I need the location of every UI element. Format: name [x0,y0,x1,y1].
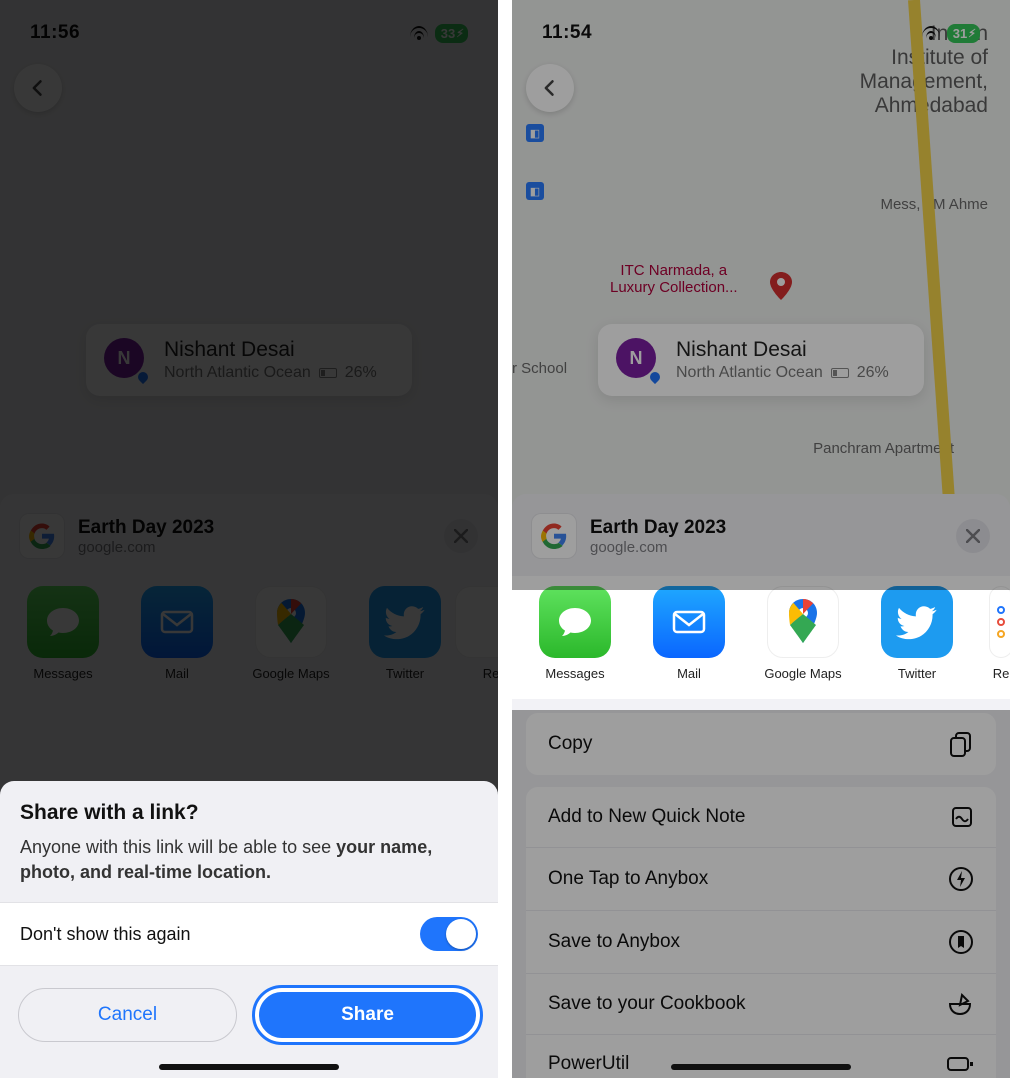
share-button[interactable]: Share [255,988,480,1042]
share-app-label: Messages [545,666,604,681]
confirm-heading: Share with a link? [20,801,478,825]
google-maps-icon [767,586,839,658]
home-indicator[interactable] [671,1064,851,1070]
phone-left: 11:56 33⚡︎ N Nishant Desai North Atlanti… [0,0,498,1078]
share-app-twitter[interactable]: Twitter [874,586,960,681]
dim-overlay-top [512,0,1010,590]
twitter-icon [881,586,953,658]
confirm-body: Anyone with this link will be able to se… [20,835,478,884]
share-app-reminders[interactable]: Re [988,586,1010,681]
share-app-label: Mail [677,666,701,681]
share-app-label: Google Maps [764,666,841,681]
home-indicator[interactable] [159,1064,339,1070]
share-apps-row[interactable]: Messages Mail Google Maps Twitter [512,576,1010,699]
cancel-button[interactable]: Cancel [18,988,237,1042]
toggle-switch[interactable] [420,917,478,951]
dont-show-again-row[interactable]: Don't show this again [0,902,498,966]
phone-right: Indian Institute of Management, Ahmedaba… [512,0,1010,1078]
messages-icon [539,586,611,658]
toggle-label: Don't show this again [20,924,191,945]
share-app-google-maps[interactable]: Google Maps [760,586,846,681]
share-app-mail[interactable]: Mail [646,586,732,681]
share-app-label: Re [993,666,1010,681]
dim-overlay-bottom [512,710,1010,1078]
reminders-icon [989,586,1010,658]
confirm-dialog: Share with a link? Anyone with this link… [0,781,498,1078]
mail-icon [653,586,725,658]
share-app-messages[interactable]: Messages [532,586,618,681]
share-app-label: Twitter [898,666,936,681]
